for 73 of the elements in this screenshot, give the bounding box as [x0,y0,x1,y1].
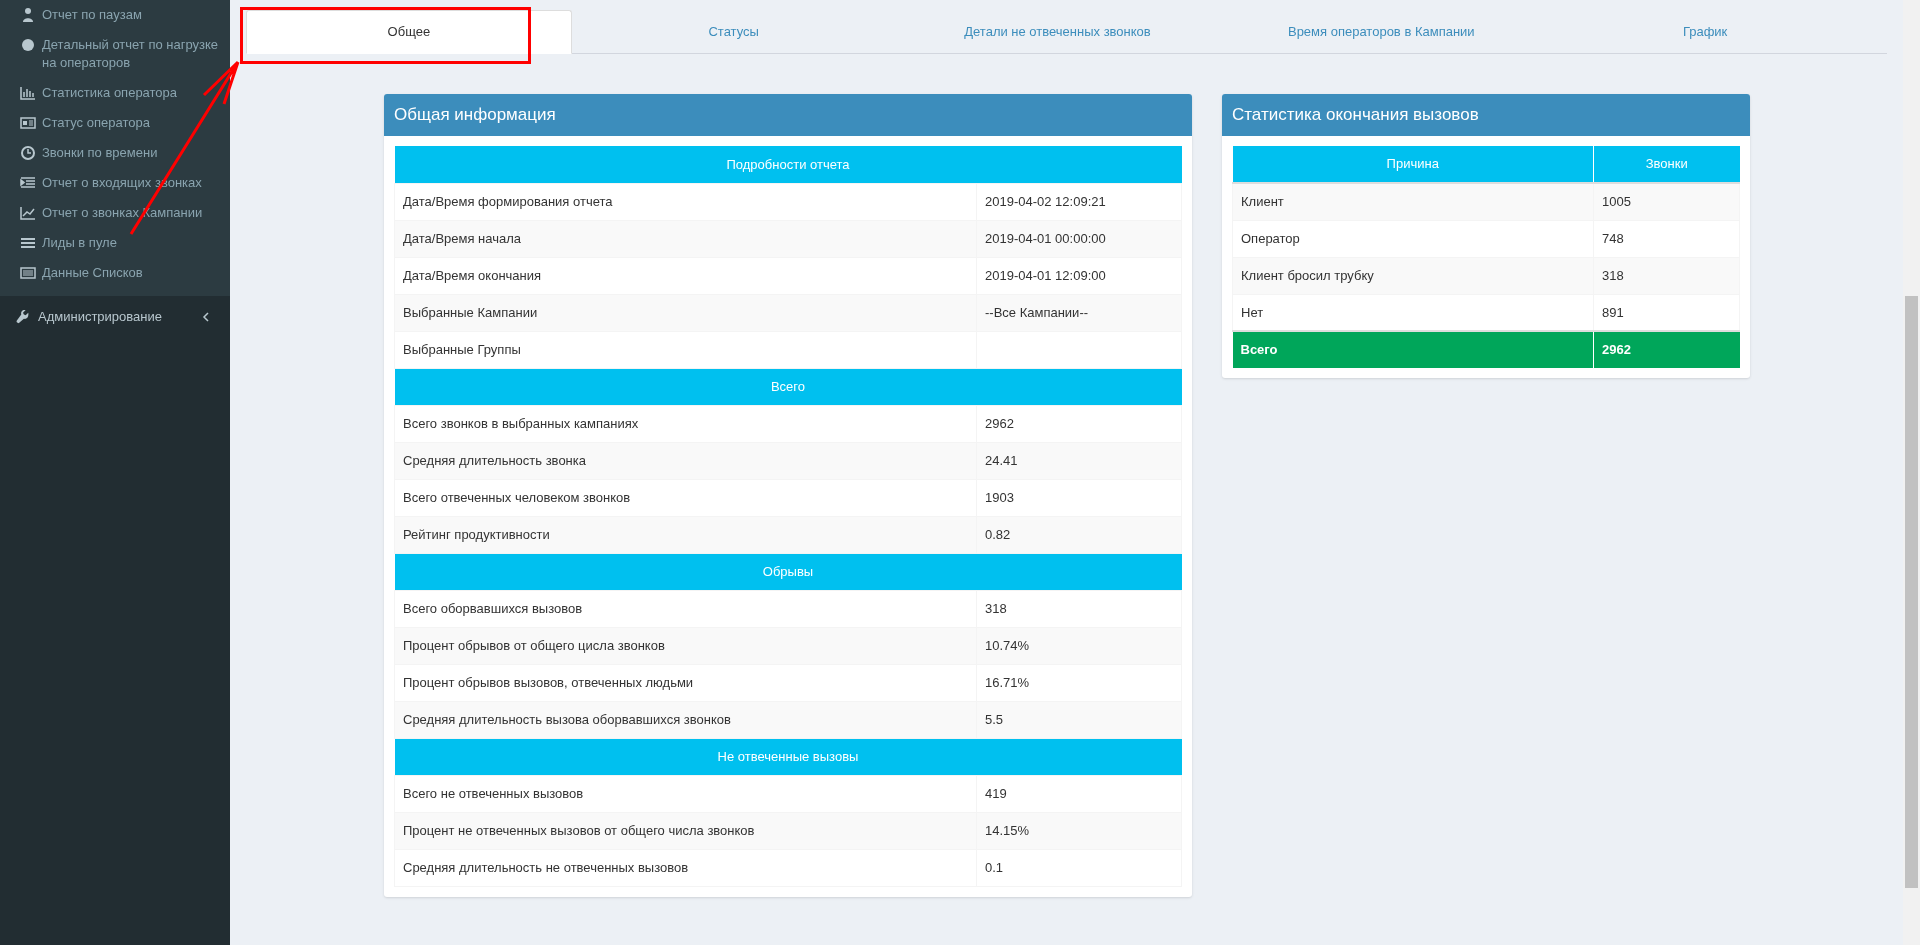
clock-icon [20,145,36,161]
column-header: Звонки [1593,146,1740,183]
sidebar-item[interactable]: Данные Списков [0,258,230,288]
table-cell: 748 [1593,220,1740,257]
label-cell: Дата/Время начала [394,220,977,257]
panel-header: Статистика окончания вызовов [1222,94,1750,136]
sidebar-item[interactable]: Статус оператора [0,108,230,138]
tab[interactable]: Время операторов в Кампании [1219,10,1544,54]
table-cell: Клиент [1232,183,1594,220]
total-cell: 2962 [1593,331,1740,368]
value-cell: 419 [976,775,1182,812]
menu-icon [20,235,36,251]
value-cell: 2962 [976,405,1182,442]
panel-header: Общая информация [384,94,1192,136]
label-cell: Процент не отвеченных вызовов от общего числа звонков [394,812,977,849]
label-cell: Всего отвеченных человеком звонков [394,479,977,516]
circle-icon [20,37,36,53]
label-cell: Дата/Время формирования отчета [394,183,977,220]
value-cell: 16.71% [976,664,1182,701]
sidebar-section[interactable]: Администрирование [0,296,230,338]
value-cell: 24.41 [976,442,1182,479]
label-cell: Всего не отвеченных вызовов [394,775,977,812]
value-cell: 5.5 [976,701,1182,738]
value-cell: 0.1 [976,849,1182,886]
sidebar-item[interactable]: Детальный отчет по нагрузке на операторов [0,30,230,78]
section-heading: Обрывы [394,553,1182,590]
bar-chart-icon [20,85,36,101]
label-cell: Выбранные Кампании [394,294,977,331]
label-cell: Рейтинг продуктивности [394,516,977,553]
label-cell: Процент обрывов от общего цисла звонков [394,627,977,664]
id-card-icon [20,115,36,131]
label-cell: Всего оборвавшихся вызовов [394,590,977,627]
value-cell: 318 [976,590,1182,627]
tab[interactable]: Детали не отвеченных звонков [895,10,1220,54]
section-heading: Всего [394,368,1182,405]
value-cell: --Все Кампании-- [976,294,1182,331]
label-cell: Средняя длительность вызова оборвавшихся звонков [394,701,977,738]
label-cell: Средняя длительность не отвеченных вызовов [394,849,977,886]
line-chart-icon [20,205,36,221]
sidebar-item[interactable]: Лиды в пуле [0,228,230,258]
label-cell: Дата/Время окончания [394,257,977,294]
section-heading: Подробности отчета [394,146,1182,183]
value-cell: 14.15% [976,812,1182,849]
scrollbar-thumb[interactable] [1905,296,1918,888]
total-cell: Всего [1232,331,1594,368]
value-cell: 2019-04-01 12:09:00 [976,257,1182,294]
label-cell: Средняя длительность звонка [394,442,977,479]
table-cell: 1005 [1593,183,1740,220]
scrollbar[interactable] [1903,0,1920,945]
value-cell: 2019-04-01 00:00:00 [976,220,1182,257]
sidebar-item[interactable]: Статистика оператора [0,78,230,108]
table-cell: Клиент бросил трубку [1232,257,1594,294]
section-heading: Не отвеченные вызовы [394,738,1182,775]
user-icon [20,7,36,23]
sidebar-item[interactable]: Отчет по паузам [0,0,230,30]
list-icon [20,265,36,281]
table-cell: Оператор [1232,220,1594,257]
tab[interactable]: График [1543,10,1867,54]
value-cell: 0.82 [976,516,1182,553]
label-cell: Всего звонков в выбранных кампаниях [394,405,977,442]
value-cell: 2019-04-02 12:09:21 [976,183,1182,220]
tab[interactable]: Статусы [571,10,896,54]
sidebar-item[interactable]: Звонки по времени [0,138,230,168]
value-cell: 10.74% [976,627,1182,664]
column-header: Причина [1232,146,1594,183]
label-cell: Процент обрывов вызовов, отвеченных людьми [394,664,977,701]
wrench-icon [16,310,30,324]
indent-list-icon [20,175,36,191]
value-cell: 1903 [976,479,1182,516]
table-cell: 318 [1593,257,1740,294]
label-cell: Выбранные Группы [394,331,977,368]
tab[interactable]: Общее [246,10,572,54]
chevron-icon [202,312,210,322]
